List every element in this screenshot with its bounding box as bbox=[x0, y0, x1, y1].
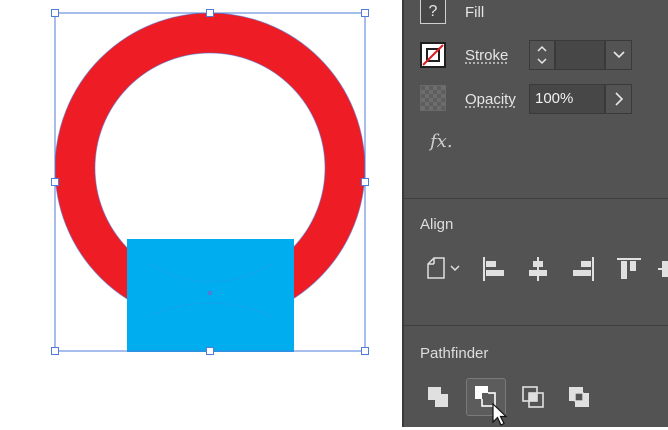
stroke-swatch[interactable] bbox=[420, 42, 446, 68]
artboard-canvas[interactable] bbox=[0, 0, 402, 427]
handle-middle-left[interactable] bbox=[51, 178, 59, 186]
effects-fx-button[interactable]: fx. bbox=[430, 131, 453, 152]
center-point bbox=[208, 291, 212, 295]
stepper-arrows-icon bbox=[537, 45, 547, 65]
align-section-title: Align bbox=[420, 216, 454, 233]
stroke-label[interactable]: Stroke bbox=[465, 47, 508, 64]
chevron-down-icon bbox=[612, 51, 625, 59]
handle-top-left[interactable] bbox=[51, 9, 59, 17]
properties-panel: ? Fill Stroke Opacity 100% fx. Align Pat… bbox=[402, 0, 668, 427]
align-more-icon[interactable] bbox=[658, 256, 668, 282]
opacity-swatch[interactable] bbox=[420, 85, 446, 111]
blue-rectangle-shape[interactable] bbox=[127, 239, 294, 352]
opacity-popup-button[interactable] bbox=[605, 84, 632, 114]
canvas-artwork[interactable] bbox=[0, 0, 402, 427]
opacity-field[interactable]: 100% bbox=[529, 84, 605, 114]
fill-unknown-icon: ? bbox=[428, 2, 438, 20]
pathfinder-intersect-icon[interactable] bbox=[521, 385, 547, 411]
fill-label: Fill bbox=[465, 4, 485, 21]
handle-top-right[interactable] bbox=[361, 9, 369, 17]
pathfinder-section-title: Pathfinder bbox=[420, 345, 489, 362]
opacity-label[interactable]: Opacity bbox=[465, 91, 516, 108]
stroke-none-icon bbox=[422, 44, 444, 66]
chevron-right-icon bbox=[614, 92, 623, 106]
align-left-edges-icon[interactable] bbox=[481, 256, 507, 282]
handle-bottom-right[interactable] bbox=[361, 347, 369, 355]
mouse-cursor-icon bbox=[492, 402, 508, 427]
stroke-weight-field[interactable] bbox=[555, 40, 605, 70]
pathfinder-add-icon[interactable] bbox=[426, 385, 452, 411]
align-horizontal-centers-icon[interactable] bbox=[525, 256, 551, 282]
pathfinder-exclude-overlap-icon[interactable] bbox=[567, 385, 593, 411]
fill-swatch[interactable]: ? bbox=[420, 0, 446, 24]
handle-bottom-center[interactable] bbox=[206, 347, 214, 355]
stroke-weight-dropdown[interactable] bbox=[605, 40, 632, 70]
handle-bottom-left[interactable] bbox=[51, 347, 59, 355]
stroke-weight-stepper[interactable] bbox=[529, 40, 555, 70]
section-divider bbox=[404, 198, 668, 199]
align-to-selection-icon[interactable] bbox=[424, 256, 464, 282]
align-top-edges-icon[interactable] bbox=[616, 256, 642, 282]
section-divider bbox=[404, 325, 668, 326]
handle-middle-right[interactable] bbox=[361, 178, 369, 186]
align-right-edges-icon[interactable] bbox=[570, 256, 596, 282]
handle-top-center[interactable] bbox=[206, 9, 214, 17]
